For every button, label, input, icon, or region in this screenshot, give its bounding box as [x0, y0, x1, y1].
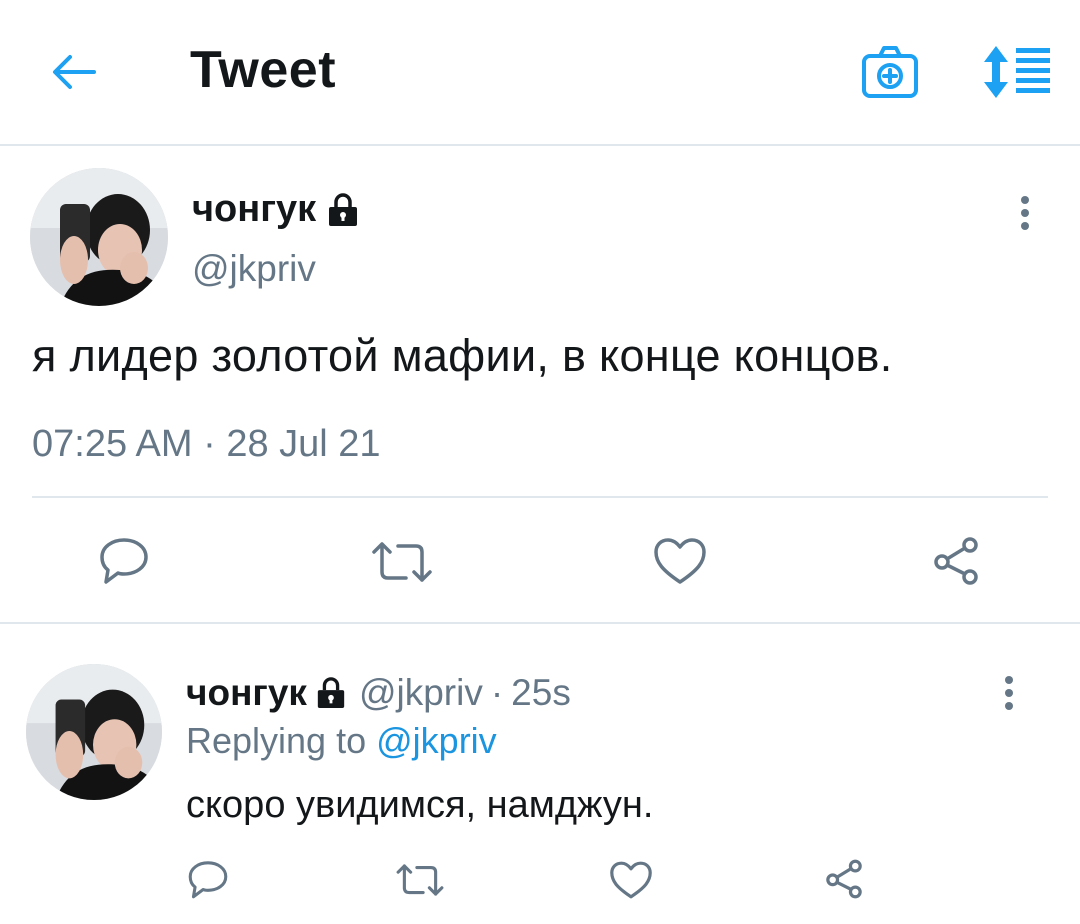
tweet-timestamp: 07:25 AM · 28 Jul 21	[32, 423, 381, 465]
timeline-sort-button[interactable]	[982, 44, 1054, 100]
tweet-text: скоро увидимся, намджун.	[186, 784, 654, 826]
divider	[32, 496, 1048, 498]
author-name[interactable]: чонгук	[186, 672, 347, 714]
like-icon	[654, 538, 706, 584]
page-title: Tweet	[190, 41, 337, 99]
retweet-button[interactable]	[370, 538, 434, 586]
avatar[interactable]	[26, 664, 162, 800]
retweet-button[interactable]	[394, 860, 446, 900]
share-icon	[826, 859, 862, 899]
avatar[interactable]	[30, 168, 168, 306]
lock-icon	[317, 677, 345, 709]
author-name[interactable]: чонгук	[192, 188, 360, 231]
replying-to: Replying to @jkpriv	[186, 720, 497, 761]
like-icon	[610, 861, 652, 899]
share-button[interactable]	[930, 536, 982, 586]
reply-icon	[188, 861, 228, 899]
reply-header: чонгук @jkpriv · 25s	[186, 672, 571, 714]
tweet-time: 25s	[511, 672, 571, 713]
author-handle[interactable]: @jkpriv	[359, 672, 483, 714]
more-options-button[interactable]	[994, 668, 1024, 718]
arrow-left-icon	[53, 55, 96, 89]
focused-tweet: чонгук @jkpriv я лидер золотой мафии, в …	[0, 148, 1080, 624]
sort-list-icon	[984, 46, 1050, 98]
camera-button[interactable]	[860, 42, 920, 102]
app-header: Tweet	[0, 0, 1080, 146]
share-icon	[934, 537, 978, 585]
tweet-text: я лидер золотой мафии, в конце концов.	[32, 330, 893, 381]
like-button[interactable]	[652, 536, 708, 586]
reply-button[interactable]	[186, 858, 230, 900]
retweet-icon	[372, 542, 432, 582]
reply-tweet[interactable]: чонгук @jkpriv · 25s Replying to @jkpriv…	[0, 626, 1080, 924]
retweet-icon	[396, 864, 444, 896]
lock-icon	[329, 192, 358, 226]
back-button[interactable]	[46, 48, 102, 96]
more-options-button[interactable]	[1010, 188, 1040, 238]
share-button[interactable]	[822, 858, 866, 900]
separator: ·	[490, 672, 504, 713]
author-handle[interactable]: @jkpriv	[192, 248, 316, 290]
like-button[interactable]	[608, 860, 654, 900]
reply-button[interactable]	[96, 534, 152, 586]
reply-icon	[100, 538, 148, 584]
camera-plus-icon	[862, 46, 918, 98]
replying-to-mention[interactable]: @jkpriv	[376, 720, 497, 761]
